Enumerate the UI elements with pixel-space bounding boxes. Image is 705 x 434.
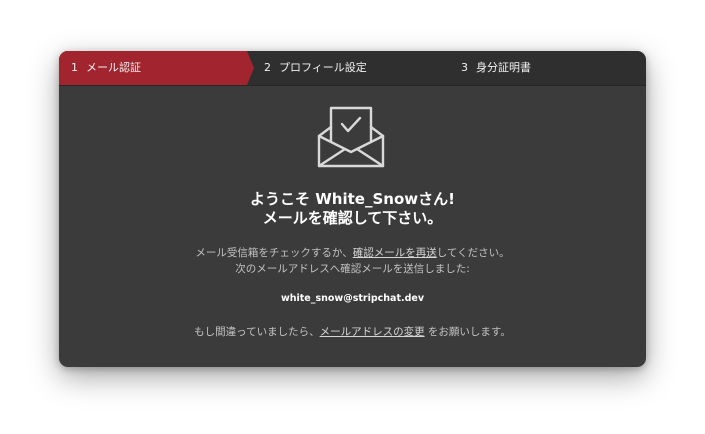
step-indicator: 1 メール認証 2 プロフィール設定 3 身分証明書	[59, 51, 646, 86]
step-number: 3	[461, 61, 468, 74]
step-label: プロフィール設定	[279, 61, 367, 74]
instructions-text: メール受信箱をチェックするか、	[195, 247, 353, 259]
step-number: 1	[71, 61, 78, 74]
envelope-check-icon	[317, 106, 385, 168]
email-address: white_snow@stripchat.dev	[280, 293, 425, 304]
check-email-line: メールを確認して下さい。	[262, 209, 443, 227]
step-label: メール認証	[86, 61, 141, 74]
instructions-line-2: 次のメールアドレスへ確認メールを送信しました:	[235, 263, 470, 275]
change-email-note: もし間違っていましたら、メールアドレスの変更 をお願いします。	[59, 324, 646, 339]
welcome-heading: ようこそ White_Snowさん! メールを確認して下さい。	[59, 190, 646, 228]
footer-text: をお願いします。	[424, 326, 511, 338]
welcome-line: ようこそ White_Snowさん!	[250, 190, 455, 208]
change-email-link[interactable]: メールアドレスの変更	[320, 326, 425, 338]
step-id-document: 3 身分証明書	[461, 51, 531, 85]
instructions-text: してください。	[436, 247, 510, 259]
resend-email-link[interactable]: 確認メールを再送	[353, 247, 437, 259]
verification-modal: 1 メール認証 2 プロフィール設定 3 身分証明書 ようこそ White_Snowさ…	[59, 51, 646, 367]
footer-text: もし間違っていましたら、	[194, 326, 320, 338]
step-number: 2	[264, 61, 271, 74]
instructions: メール受信箱をチェックするか、確認メールを再送してください。 次のメールアドレス…	[59, 245, 646, 277]
instructions-line-1: メール受信箱をチェックするか、確認メールを再送してください。	[59, 245, 646, 261]
step-email-verification: 1 メール認証	[59, 51, 254, 85]
step-profile-settings: 2 プロフィール設定	[264, 51, 367, 85]
step-label: 身分証明書	[476, 61, 531, 74]
